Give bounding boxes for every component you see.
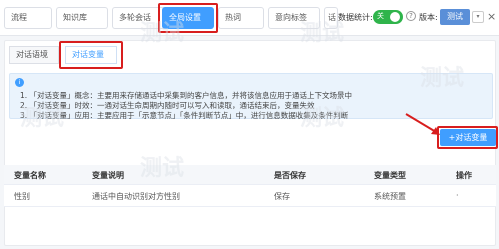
tab-dialog-context[interactable]: 对话语境 xyxy=(9,46,59,64)
highlight-box-add-variable xyxy=(437,126,498,149)
stats-toggle[interactable]: 关 xyxy=(373,10,403,24)
tab-hot-words[interactable]: 热词 xyxy=(218,7,264,29)
cell-actions[interactable]: · xyxy=(456,191,459,200)
tab-knowledge-base[interactable]: 知识库 xyxy=(56,7,108,29)
column-header-type: 变量类型 xyxy=(374,171,406,180)
column-header-save: 是否保存 xyxy=(274,171,306,180)
tab-more[interactable]: 话 xyxy=(324,7,338,29)
tab-flow[interactable]: 流程 xyxy=(4,7,52,29)
table-header: 变量名称 变量说明 是否保存 变量类型 操作 xyxy=(4,165,496,185)
close-icon[interactable]: × xyxy=(487,10,496,23)
cell-save: 保存 xyxy=(274,192,290,201)
top-bar: 流程 知识库 多轮会话 全局设置 热词 意向标签 话 数据统计: 关 ? 版本:… xyxy=(0,0,499,36)
column-header-actions: 操作 xyxy=(456,171,472,180)
info-icon: i xyxy=(15,78,24,87)
version-label: 版本: xyxy=(419,13,438,22)
cell-description: 通话中自动识别对方性别 xyxy=(92,192,180,201)
stats-toggle-label: 关 xyxy=(377,12,384,20)
toggle-knob xyxy=(390,12,400,22)
main-panel: 对话语境 对话变量 i 1. 「对话变量」概念：主要用来存储通话中采集到的客户信… xyxy=(4,40,496,246)
version-badge[interactable]: 测试 xyxy=(440,9,470,25)
stats-label: 数据统计: xyxy=(338,13,373,22)
highlight-box-dialog-variables xyxy=(59,41,123,69)
chevron-down-icon[interactable]: ▾ xyxy=(472,11,484,23)
notice-line-3: 3. 「对话变量」应用：主要应用于「示意节点」「条件判断节点」中，进行信息数据收… xyxy=(20,111,349,120)
cell-name: 性别 xyxy=(14,192,30,201)
column-header-name: 变量名称 xyxy=(14,171,46,180)
column-header-description: 变量说明 xyxy=(92,171,124,180)
highlight-box-global-settings xyxy=(158,3,218,33)
table-row[interactable]: 性别 通话中自动识别对方性别 保存 系统预置 · xyxy=(4,185,496,207)
tab-intent-tags[interactable]: 意向标签 xyxy=(268,7,320,29)
help-icon[interactable]: ? xyxy=(406,11,416,21)
cell-type: 系统预置 xyxy=(374,192,406,201)
